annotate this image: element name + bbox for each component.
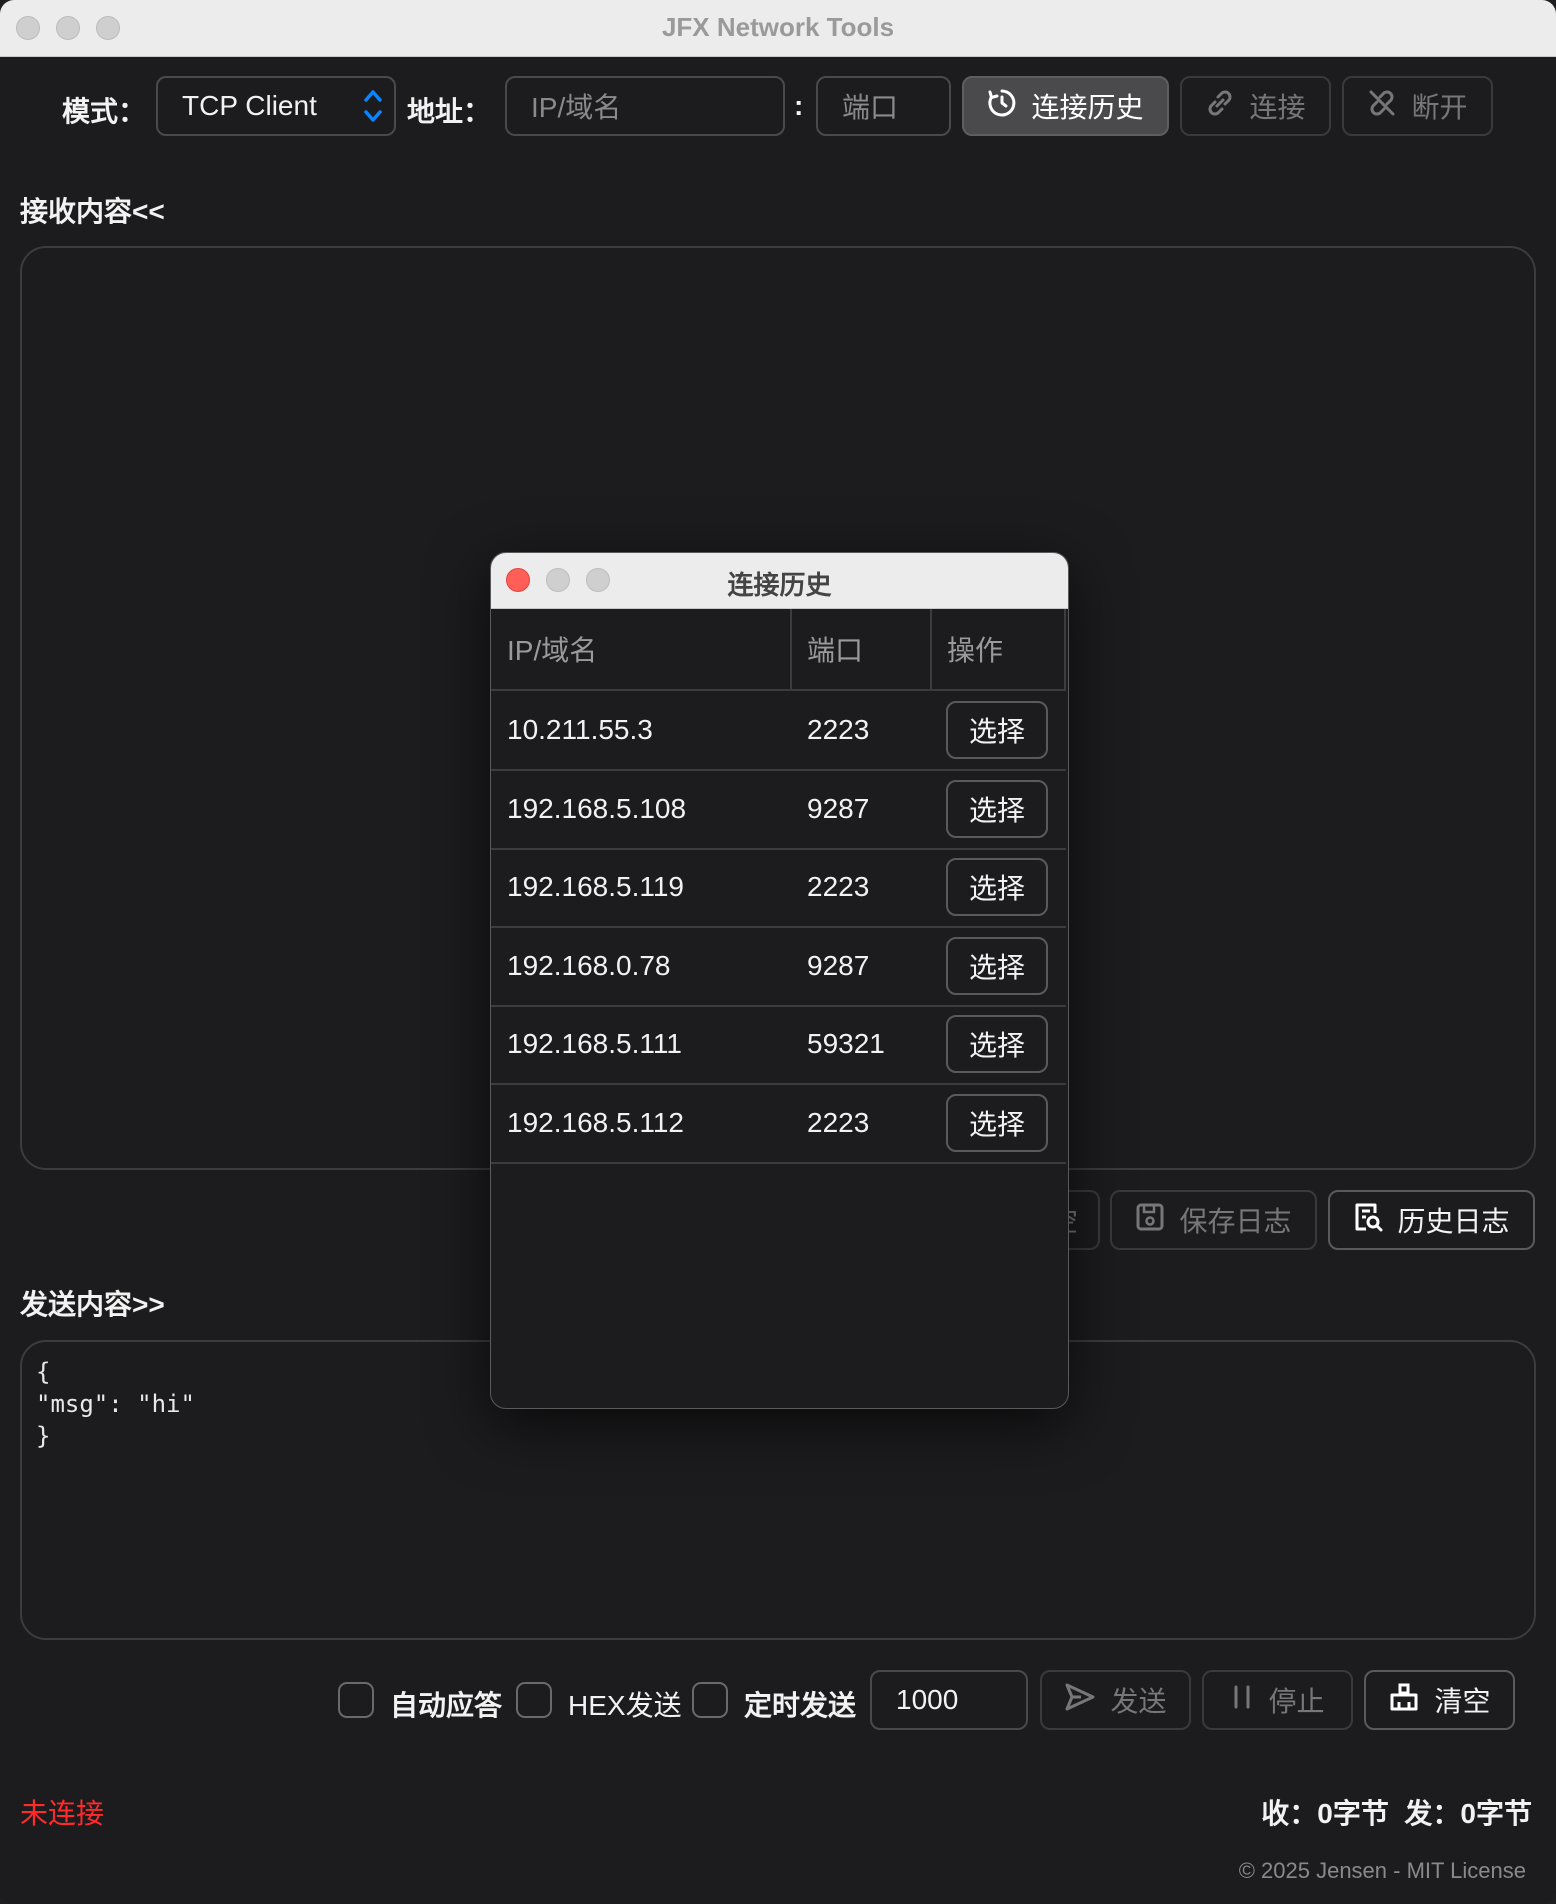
auto-reply-checkbox[interactable] <box>338 1682 374 1718</box>
pause-icon <box>1230 1682 1254 1719</box>
updown-chevron-icon <box>362 86 384 133</box>
select-history-button[interactable]: 选择 <box>946 701 1048 759</box>
host-cell: 192.168.5.111 <box>507 1028 682 1059</box>
column-divider <box>1064 609 1066 689</box>
host-cell: 192.168.5.112 <box>507 1106 684 1138</box>
port-cell: 2223 <box>807 871 870 902</box>
address-label: 地址： <box>407 96 492 127</box>
connection-history-label: 连接历史 <box>1031 92 1144 123</box>
port-cell: 59321 <box>807 1028 885 1059</box>
window-title: JFX Network Tools <box>661 12 895 42</box>
broom-icon <box>1388 1682 1420 1719</box>
table-row[interactable]: 192.168.5.112 2223 选择 <box>491 1084 1066 1164</box>
column-header-host[interactable]: IP/域名 <box>491 609 791 689</box>
table-row[interactable]: 192.168.5.108 9287 选择 <box>491 770 1066 850</box>
connect-label: 连接 <box>1249 92 1306 123</box>
column-header-port[interactable]: 端口 <box>791 609 931 689</box>
link-icon <box>1205 88 1235 125</box>
select-history-button[interactable]: 选择 <box>946 1015 1048 1073</box>
clear-send-label: 清空 <box>1434 1686 1491 1717</box>
interval-input[interactable]: 1000 <box>870 1670 1028 1730</box>
receive-label: 接收内容<< <box>20 196 165 227</box>
disconnect-button[interactable]: 断开 <box>1342 76 1493 136</box>
byte-stats: 收：0字节 发：0字节 <box>1261 1798 1532 1829</box>
host-cell: 10.211.55.3 <box>507 714 653 745</box>
select-history-button[interactable]: 选择 <box>946 936 1048 995</box>
send-content: { "msg": "hi" } <box>36 1358 195 1450</box>
dialog-title: 连接历史 <box>727 570 832 600</box>
select-history-button[interactable]: 选择 <box>946 858 1048 916</box>
history-table-header: IP/域名 端口 操作 <box>491 609 1066 691</box>
connection-status: 未连接 <box>20 1798 105 1829</box>
timed-send-checkbox[interactable] <box>692 1682 728 1718</box>
send-label: 发送内容>> <box>20 1289 165 1320</box>
connection-history-button[interactable]: 连接历史 <box>962 76 1169 136</box>
host-input[interactable]: IP/域名 <box>505 76 785 136</box>
port-input[interactable]: 端口 <box>816 76 951 136</box>
footer-license: © 2025 Jensen - MIT License <box>1238 1858 1526 1883</box>
history-log-button[interactable]: 历史日志 <box>1328 1190 1535 1250</box>
mode-select-value: TCP Client <box>182 90 317 121</box>
connection-history-dialog: 连接历史 IP/域名 端口 操作 10.211.55.3 2223 选择 192.16… <box>490 552 1069 1409</box>
hex-send-label: HEX发送 <box>568 1690 682 1721</box>
port-cell: 2223 <box>807 1106 870 1138</box>
port-cell: 9287 <box>807 949 870 981</box>
stop-label: 停止 <box>1268 1686 1325 1717</box>
host-port-separator: : <box>794 90 804 121</box>
clear-send-button[interactable]: 清空 <box>1364 1670 1515 1730</box>
auto-reply-label: 自动应答 <box>390 1690 503 1721</box>
save-log-label: 保存日志 <box>1179 1206 1292 1237</box>
save-log-button[interactable]: 保存日志 <box>1110 1190 1317 1250</box>
disconnect-label: 断开 <box>1411 92 1468 123</box>
table-row[interactable]: 192.168.0.78 9287 选择 <box>491 927 1066 1007</box>
send-paper-plane-icon <box>1064 1682 1096 1719</box>
table-row[interactable]: 10.211.55.3 2223 选择 <box>491 691 1066 771</box>
save-disk-icon <box>1135 1202 1165 1239</box>
dialog-title-bar: 连接历史 <box>491 553 1068 609</box>
mode-select[interactable]: TCP Client <box>156 76 396 136</box>
select-history-button[interactable]: 选择 <box>946 1093 1048 1152</box>
title-bar: JFX Network Tools <box>0 0 1556 57</box>
stop-button[interactable]: 停止 <box>1202 1670 1353 1730</box>
host-cell: 192.168.0.78 <box>507 949 671 981</box>
main-window: JFX Network Tools 模式： TCP Client 地址： IP/… <box>0 0 1556 1904</box>
table-row[interactable]: 192.168.5.111 59321 选择 <box>491 1005 1066 1085</box>
history-clock-icon <box>987 88 1017 125</box>
timed-send-label: 定时发送 <box>744 1690 857 1721</box>
port-cell: 9287 <box>807 792 870 824</box>
send-label-text: 发送 <box>1110 1686 1167 1717</box>
mode-label: 模式： <box>62 96 147 127</box>
port-cell: 2223 <box>807 714 870 745</box>
select-history-button[interactable]: 选择 <box>946 779 1048 838</box>
column-header-action[interactable]: 操作 <box>931 609 1064 689</box>
history-log-icon <box>1353 1201 1383 1240</box>
table-row[interactable]: 192.168.5.119 2223 选择 <box>491 848 1066 928</box>
unlink-icon <box>1367 88 1397 125</box>
hex-send-checkbox[interactable] <box>516 1682 552 1718</box>
host-cell: 192.168.5.108 <box>507 792 687 824</box>
connect-button[interactable]: 连接 <box>1180 76 1331 136</box>
history-log-label: 历史日志 <box>1397 1206 1510 1237</box>
send-button[interactable]: 发送 <box>1040 1670 1191 1730</box>
host-cell: 192.168.5.119 <box>507 871 684 902</box>
